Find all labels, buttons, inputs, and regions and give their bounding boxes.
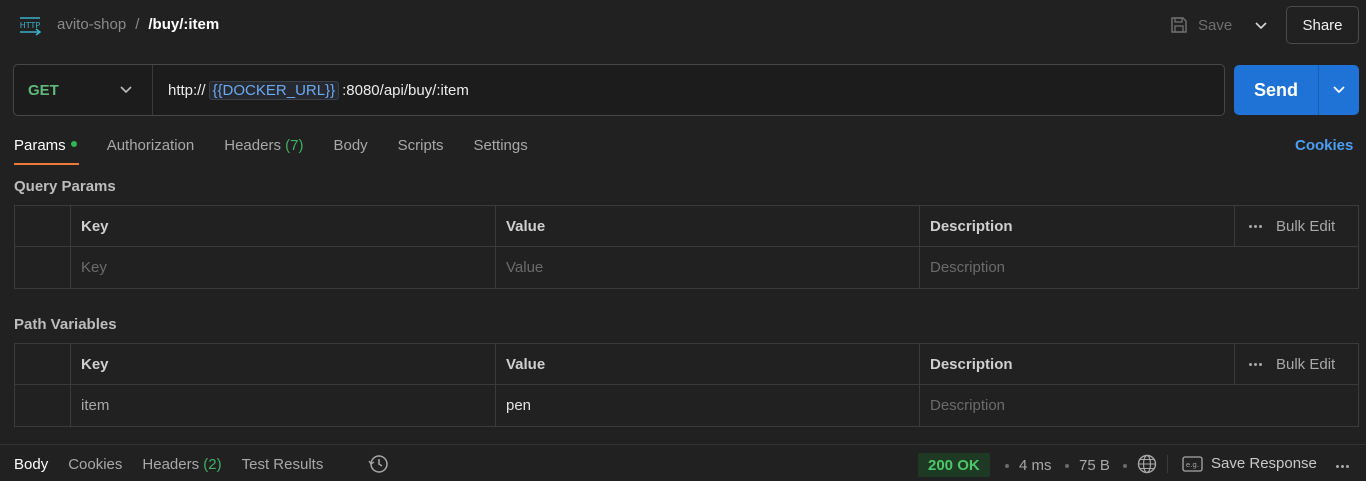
bulk-edit-area: Bulk Edit [1235,206,1358,247]
tab-body[interactable]: Body [333,135,367,165]
save-button[interactable]: Save [1170,12,1232,38]
save-icon [1171,17,1187,33]
breadcrumb-collection[interactable]: avito-shop [57,16,126,33]
cookies-link[interactable]: Cookies [1295,137,1353,154]
table-row: Key Value Description [15,247,1358,288]
tab-params-label: Params [14,137,66,154]
method-select[interactable]: GET [14,65,153,115]
breadcrumb: avito-shop / /buy/:item [57,16,219,33]
example-icon: e.g. [1182,455,1203,472]
chevron-down-icon [120,86,132,94]
description-column-header: Description [920,344,1235,385]
divider [1167,455,1168,473]
path-variables-title: Path Variables [14,316,117,333]
description-input[interactable]: Description [920,247,1235,288]
path-variable-key: item [71,385,496,426]
tab-authorization[interactable]: Authorization [107,135,195,165]
url-bar: GET http:// {{DOCKER_URL}} :8080/api/buy… [13,64,1225,116]
method-label: GET [28,81,59,99]
response-tab-body[interactable]: Body [14,456,48,473]
tab-settings[interactable]: Settings [474,135,528,165]
description-column-header: Description [920,206,1235,247]
send-button[interactable]: Send [1234,80,1318,101]
tab-headers-label: Headers [224,137,281,154]
save-response-label: Save Response [1211,455,1317,472]
row-checkbox-cell [15,247,71,288]
value-column-header: Value [496,344,920,385]
key-column-header: Key [71,344,496,385]
svg-text:HTTP: HTTP [20,21,41,30]
row-checkbox-cell [15,385,71,426]
tab-headers[interactable]: Headers (7) [224,135,303,165]
checkbox-column-header [15,206,71,247]
url-input[interactable]: http:// {{DOCKER_URL}} :8080/api/buy/:it… [168,81,469,100]
key-input[interactable]: Key [71,247,496,288]
value-input[interactable]: Value [496,247,920,288]
chevron-down-icon [1333,86,1345,94]
active-tab-underline [14,163,79,165]
response-tab-cookies[interactable]: Cookies [68,456,122,473]
path-variables-table: Key Value Description Bulk Edit item pen… [14,343,1359,427]
table-row: item pen Description [15,385,1358,426]
request-name[interactable]: /buy/:item [148,16,219,33]
status-badge[interactable]: 200 OK [918,453,990,477]
more-options-icon[interactable] [1249,225,1262,228]
send-options-button[interactable] [1319,82,1359,98]
key-column-header: Key [71,206,496,247]
share-button[interactable]: Share [1286,6,1359,44]
response-tab-headers-label: Headers [142,456,200,473]
query-params-title: Query Params [14,178,116,195]
description-input[interactable]: Description [920,385,1235,426]
table-header-row: Key Value Description Bulk Edit [15,344,1358,385]
chevron-down-icon[interactable] [1252,17,1270,35]
response-headers-count: (2) [203,456,222,473]
more-options-icon[interactable] [1336,465,1349,468]
separator-dot [1123,464,1127,468]
save-label: Save [1198,16,1233,34]
response-tab-headers[interactable]: Headers (2) [142,456,221,473]
tab-headers-count: (7) [285,137,304,154]
bulk-edit-button[interactable]: Bulk Edit [1276,218,1335,235]
bulk-edit-button[interactable]: Bulk Edit [1276,356,1335,373]
breadcrumb-separator: / [135,16,140,33]
response-bar: Body Cookies Headers (2) Test Results 20… [0,444,1366,481]
response-size[interactable]: 75 B [1079,457,1110,474]
url-variable[interactable]: {{DOCKER_URL}} [208,81,340,100]
response-time[interactable]: 4 ms [1019,457,1052,474]
request-header: HTTP avito-shop / /buy/:item Save Share [0,0,1366,50]
query-params-table: Key Value Description Bulk Edit Key Valu… [14,205,1359,289]
tab-params[interactable]: Params [14,135,77,165]
url-suffix: :8080/api/buy/:item [342,82,469,99]
send-button-group: Send [1234,65,1359,115]
table-header-row: Key Value Description Bulk Edit [15,206,1358,247]
svg-text:e.g.: e.g. [1186,461,1199,469]
separator-dot [1065,464,1069,468]
request-tabs: Params Authorization Headers (7) Body Sc… [14,135,558,165]
bulk-edit-area: Bulk Edit [1235,344,1358,385]
save-response-button[interactable]: e.g. Save Response [1182,455,1317,472]
tab-scripts[interactable]: Scripts [398,135,444,165]
separator-dot [1005,464,1009,468]
path-variable-value-input[interactable]: pen [496,385,920,426]
more-options-icon[interactable] [1249,363,1262,366]
http-request-icon: HTTP [20,17,42,36]
url-prefix: http:// [168,82,206,99]
value-column-header: Value [496,206,920,247]
checkbox-column-header [15,344,71,385]
history-icon[interactable] [368,454,390,474]
globe-icon[interactable] [1137,454,1157,474]
response-tab-test-results[interactable]: Test Results [242,456,324,473]
response-tabs: Body Cookies Headers (2) Test Results [14,456,343,473]
params-indicator-dot [70,141,77,148]
